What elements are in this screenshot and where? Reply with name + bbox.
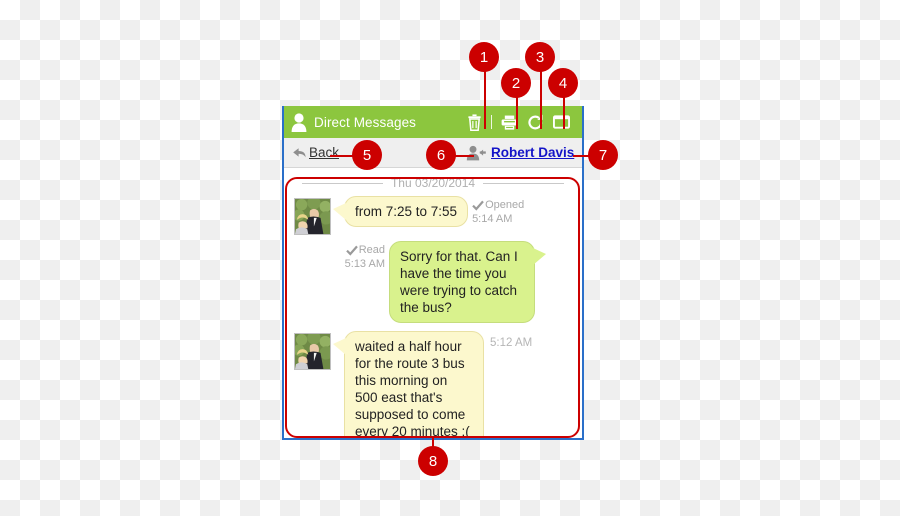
callout-badge-6: 6 [426,140,456,170]
window-icon[interactable] [548,111,574,133]
callout-number: 3 [535,48,545,66]
printer-icon[interactable] [496,111,522,133]
callout-number: 4 [558,74,568,92]
callout-badge-7: 7 [588,140,618,170]
message-row[interactable]: from 7:25 to 7:55 Opened 5:14 AM [284,192,582,235]
message-bubble[interactable]: from 7:25 to 7:55 [332,196,469,227]
contact-group: Robert Davis [466,145,574,161]
callout-number: 6 [436,146,446,164]
callout-number: 7 [598,146,608,164]
date-label: Thu 03/20/2014 [390,176,476,190]
message-meta: Read 5:13 AM [331,241,389,271]
callout-badge-3: 3 [525,42,555,72]
message-bubble[interactable]: Sorry for that. Can I have the time you … [389,241,546,323]
avatar [294,198,331,235]
add-person-icon[interactable] [466,145,486,161]
callout-badge-8: 8 [418,446,448,476]
callout-badge-2: 2 [501,68,531,98]
bubble-wrap: waited a half hour for the route 3 bus t… [331,331,532,438]
callout-number: 2 [511,74,521,92]
message-status: Opened [485,199,525,211]
message-time: 5:14 AM [472,213,513,225]
message-meta: Opened 5:14 AM [468,196,524,226]
back-button[interactable]: Back [292,145,339,160]
message-list[interactable]: Thu 03/20/2014 from 7:25 to 7:55 Opened … [284,168,582,438]
callout-badge-1: 1 [469,42,499,72]
avatar [294,333,331,370]
bubble-wrap: from 7:25 to 7:55 Opened 5:14 AM [331,196,524,227]
bubble-wrap: Read 5:13 AM Sorry for that. Can I have … [331,241,548,323]
contact-name-link[interactable]: Robert Davis [491,145,574,160]
window-title: Direct Messages [314,114,417,130]
message-time: 5:12 AM [490,337,533,349]
callout-badge-4: 4 [548,68,578,98]
status-line: Read [331,243,385,257]
message-bubble[interactable]: waited a half hour for the route 3 bus t… [333,331,484,438]
callout-number: 1 [479,48,489,66]
callout-number: 5 [362,146,372,164]
divider-rule-right [483,182,565,184]
check-icon [472,200,484,211]
back-arrow-icon [292,146,307,160]
refresh-icon[interactable] [522,111,548,133]
back-label: Back [309,145,340,160]
message-time: 5:13 AM [344,258,385,270]
date-divider: Thu 03/20/2014 [284,168,582,192]
message-row[interactable]: waited a half hour for the route 3 bus t… [284,323,582,438]
toolbar-separator [491,115,492,129]
check-icon [345,245,358,256]
message-status: Read [358,244,385,256]
status-line: Opened [472,198,524,212]
divider-rule-left [302,182,383,184]
message-row[interactable]: Read 5:13 AM Sorry for that. Can I have … [284,235,582,323]
callout-number: 8 [428,452,438,470]
person-icon [290,112,308,132]
callout-badge-5: 5 [352,140,382,170]
window-title-bar: Direct Messages [284,106,582,138]
